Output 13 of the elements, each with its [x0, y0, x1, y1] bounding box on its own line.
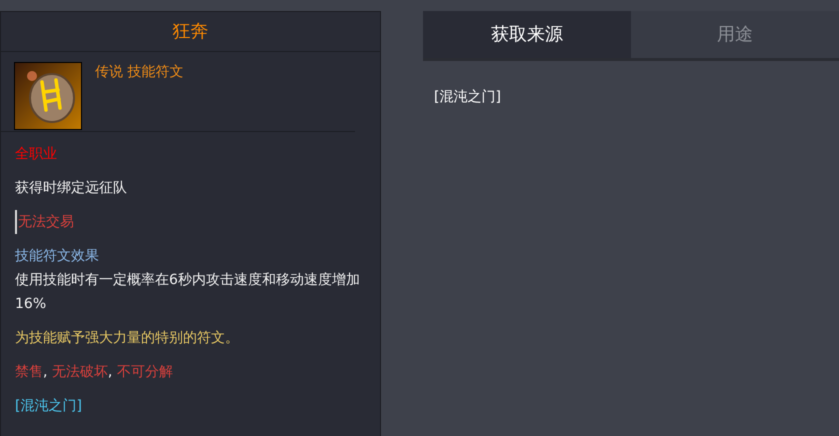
- source-link[interactable]: [混沌之门]: [434, 87, 828, 108]
- trade-status: 无法交易: [15, 210, 74, 234]
- effect-heading: 技能符文效果: [15, 247, 99, 266]
- item-text: 获得时绑定远征队: [15, 179, 127, 198]
- item-title: 狂奔: [172, 20, 208, 44]
- tab[interactable]: 获取来源: [423, 11, 631, 58]
- class-label: 全职业: [15, 145, 57, 164]
- rune-stone-icon: [14, 62, 82, 130]
- item-text: 使用技能时有一定概率在6秒内攻击速度和移动速度增加16%: [15, 271, 361, 314]
- item-type: 传说 技能符文: [95, 63, 184, 82]
- item-text: [混沌之门]: [15, 397, 82, 416]
- item-text: 为技能赋予强大力量的特别的符文。: [15, 329, 239, 348]
- item-text: 禁售, 无法破坏, 不可分解: [15, 363, 173, 382]
